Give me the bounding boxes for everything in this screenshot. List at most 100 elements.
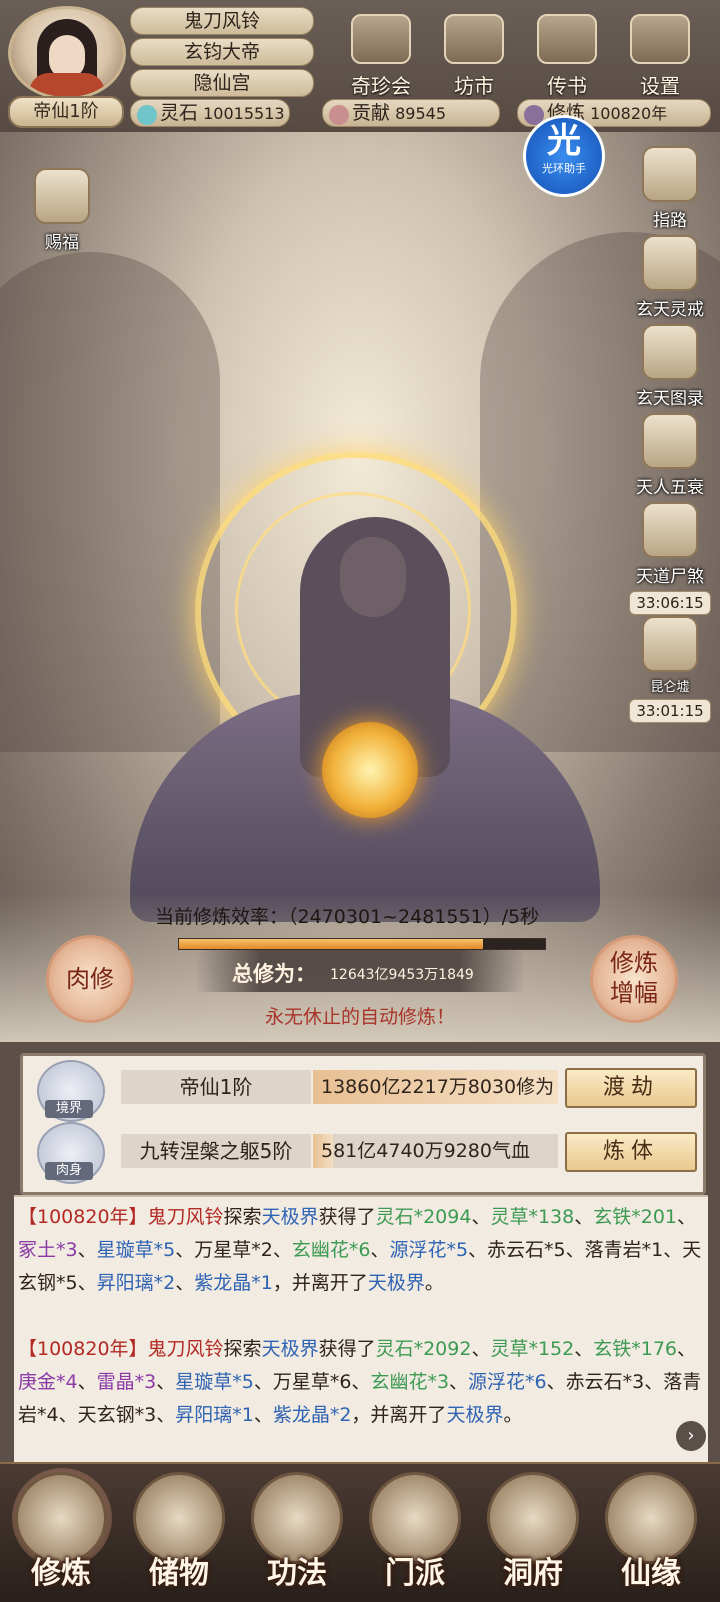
log-separator: 、 <box>175 1239 195 1261</box>
tribulation-button[interactable]: 渡劫 <box>565 1068 697 1108</box>
log-item: 昇阳璃*2 <box>96 1272 176 1294</box>
log-item: 玄幽花*3 <box>370 1371 450 1393</box>
log-year: 【100820年】 <box>18 1338 148 1360</box>
decay-icon <box>642 413 698 469</box>
nav-cultivate[interactable]: 修炼 <box>6 1472 116 1594</box>
log-item: 雷晶*3 <box>96 1371 157 1393</box>
spirit-ring-icon <box>642 235 698 291</box>
nav-fate[interactable]: 仙缘 <box>596 1472 706 1594</box>
log-separator: 、 <box>644 1371 664 1393</box>
log-item: 万星草*2 <box>194 1239 273 1261</box>
side-demon-button[interactable]: 天道尸煞 33:06:15 <box>628 502 712 615</box>
log-separator: 、 <box>370 1239 390 1261</box>
golden-core-orb <box>322 722 418 818</box>
log-item: 灵草*152 <box>490 1338 575 1360</box>
spirit-stone-icon <box>137 104 157 125</box>
log-item: 天玄钢*3 <box>77 1404 157 1426</box>
helper-badge[interactable]: 光 光环助手 <box>523 115 605 197</box>
log-separator: 、 <box>471 1338 491 1360</box>
log-end: 。 <box>503 1404 523 1426</box>
contribution-value: 89545 <box>395 104 447 123</box>
treasure-auction-button[interactable]: 奇珍会 <box>345 14 417 98</box>
log-separator: 、 <box>677 1338 697 1360</box>
log-entry: 【100820年】鬼刀风铃探索天极界获得了灵石*2094、灵草*138、玄铁*2… <box>18 1201 704 1300</box>
log-separator: 、 <box>77 1371 97 1393</box>
nav-techniques[interactable]: 功法 <box>242 1472 352 1594</box>
refine-body-button[interactable]: 炼体 <box>565 1132 697 1172</box>
settings-button[interactable]: 设置 <box>624 14 696 98</box>
log-separator: 、 <box>156 1404 176 1426</box>
log-separator: 、 <box>351 1371 371 1393</box>
side-scroll-button[interactable]: 玄天图录 <box>628 324 712 409</box>
pavilion-icon <box>351 14 411 64</box>
log-item: 玄铁*176 <box>593 1338 678 1360</box>
nav-storage[interactable]: 储物 <box>124 1472 234 1594</box>
log-player-name: 鬼刀风铃 <box>147 1206 224 1228</box>
realm-tag: 境界 <box>45 1100 93 1118</box>
market-button[interactable]: 坊市 <box>438 14 510 98</box>
nav-sect[interactable]: 门派 <box>360 1472 470 1594</box>
log-item: 灵石*2094 <box>375 1206 472 1228</box>
kunlun-timer: 33:01:15 <box>629 699 711 723</box>
player-name: 鬼刀风铃 <box>130 7 314 35</box>
chevron-right-icon[interactable]: › <box>676 1421 706 1451</box>
log-separator: 、 <box>471 1206 491 1228</box>
log-separator: 、 <box>565 1239 585 1261</box>
log-item: 紫龙晶*1 <box>194 1272 273 1294</box>
log-item: 万星草*6 <box>272 1371 352 1393</box>
body-cultivation-button[interactable]: 肉修 <box>46 935 134 1023</box>
total-cultivation-value: 12643亿9453万1849 <box>330 967 474 983</box>
log-place: 天极界 <box>261 1338 319 1360</box>
body-progress-value: 581亿4740万9280气血 <box>321 1140 530 1162</box>
log-entry: 【100820年】鬼刀风铃探索天极界获得了灵石*2092、灵草*152、玄铁*1… <box>18 1333 704 1432</box>
log-item: 庚金*4 <box>18 1371 78 1393</box>
side-kunlun-button[interactable]: 昆仑墟 33:01:15 <box>628 616 712 723</box>
log-item: 冢土*3 <box>18 1239 78 1261</box>
log-got: 获得了 <box>318 1338 376 1360</box>
log-separator: 、 <box>253 1371 273 1393</box>
player-avatar[interactable] <box>8 6 126 100</box>
incense-icon <box>34 168 90 224</box>
realm-progress-value: 13860亿2217万8030修为 <box>321 1076 555 1098</box>
realm-progress-bar: 13860亿2217万8030修为 <box>313 1070 558 1104</box>
demon-icon <box>642 502 698 558</box>
market-stall-icon <box>444 14 504 64</box>
contribution-counter[interactable]: 贡献 89545 <box>322 99 500 127</box>
player-rank-badge: 帝仙1阶 <box>8 96 124 128</box>
side-decay-button[interactable]: 天人五衰 <box>628 413 712 498</box>
mail-button[interactable]: 传书 <box>531 14 603 98</box>
log-player-name: 鬼刀风铃 <box>147 1338 224 1360</box>
efficiency-text: 当前修炼效率：（2470301~2481551）/5秒 <box>155 906 540 928</box>
log-item: 源浮花*6 <box>468 1371 547 1393</box>
gear-icon <box>630 14 690 64</box>
log-item: 昇阳璃*1 <box>175 1404 254 1426</box>
log-got: 获得了 <box>318 1206 376 1228</box>
spirit-stone-counter[interactable]: 灵石 10015513 <box>130 99 290 127</box>
cultivator-face <box>340 537 406 617</box>
event-log[interactable]: 【100820年】鬼刀风铃探索天极界获得了灵石*2094、灵草*138、玄铁*2… <box>14 1195 708 1462</box>
nav-cave[interactable]: 洞府 <box>478 1472 588 1594</box>
log-end: 。 <box>424 1272 444 1294</box>
log-verb: 探索 <box>223 1338 262 1360</box>
log-item: 赤云石*5 <box>487 1239 566 1261</box>
log-separator: 、 <box>449 1371 469 1393</box>
side-spirit-ring-button[interactable]: 玄天灵戒 <box>628 235 712 320</box>
kunlun-icon <box>642 616 698 672</box>
log-separator: 、 <box>272 1239 292 1261</box>
log-leave: ，并离开了 <box>272 1272 368 1294</box>
log-separator: 、 <box>546 1371 566 1393</box>
side-guide-button[interactable]: 指路 <box>628 146 712 231</box>
total-cultivation-label: 总修为： <box>232 962 316 986</box>
log-separator: 、 <box>677 1206 697 1228</box>
log-item: 玄幽花*6 <box>291 1239 371 1261</box>
log-item: 灵草*138 <box>490 1206 575 1228</box>
log-verb: 探索 <box>223 1206 262 1228</box>
efficiency-progress-bar <box>178 938 546 950</box>
cultivation-boost-button[interactable]: 修炼 增幅 <box>590 935 678 1023</box>
blessing-button[interactable]: 赐福 <box>20 168 104 253</box>
body-tag: 肉身 <box>45 1162 93 1180</box>
scroll-icon <box>642 324 698 380</box>
log-item: 星璇草*5 <box>96 1239 176 1261</box>
letter-scroll-icon <box>537 14 597 64</box>
log-separator: 、 <box>156 1371 176 1393</box>
